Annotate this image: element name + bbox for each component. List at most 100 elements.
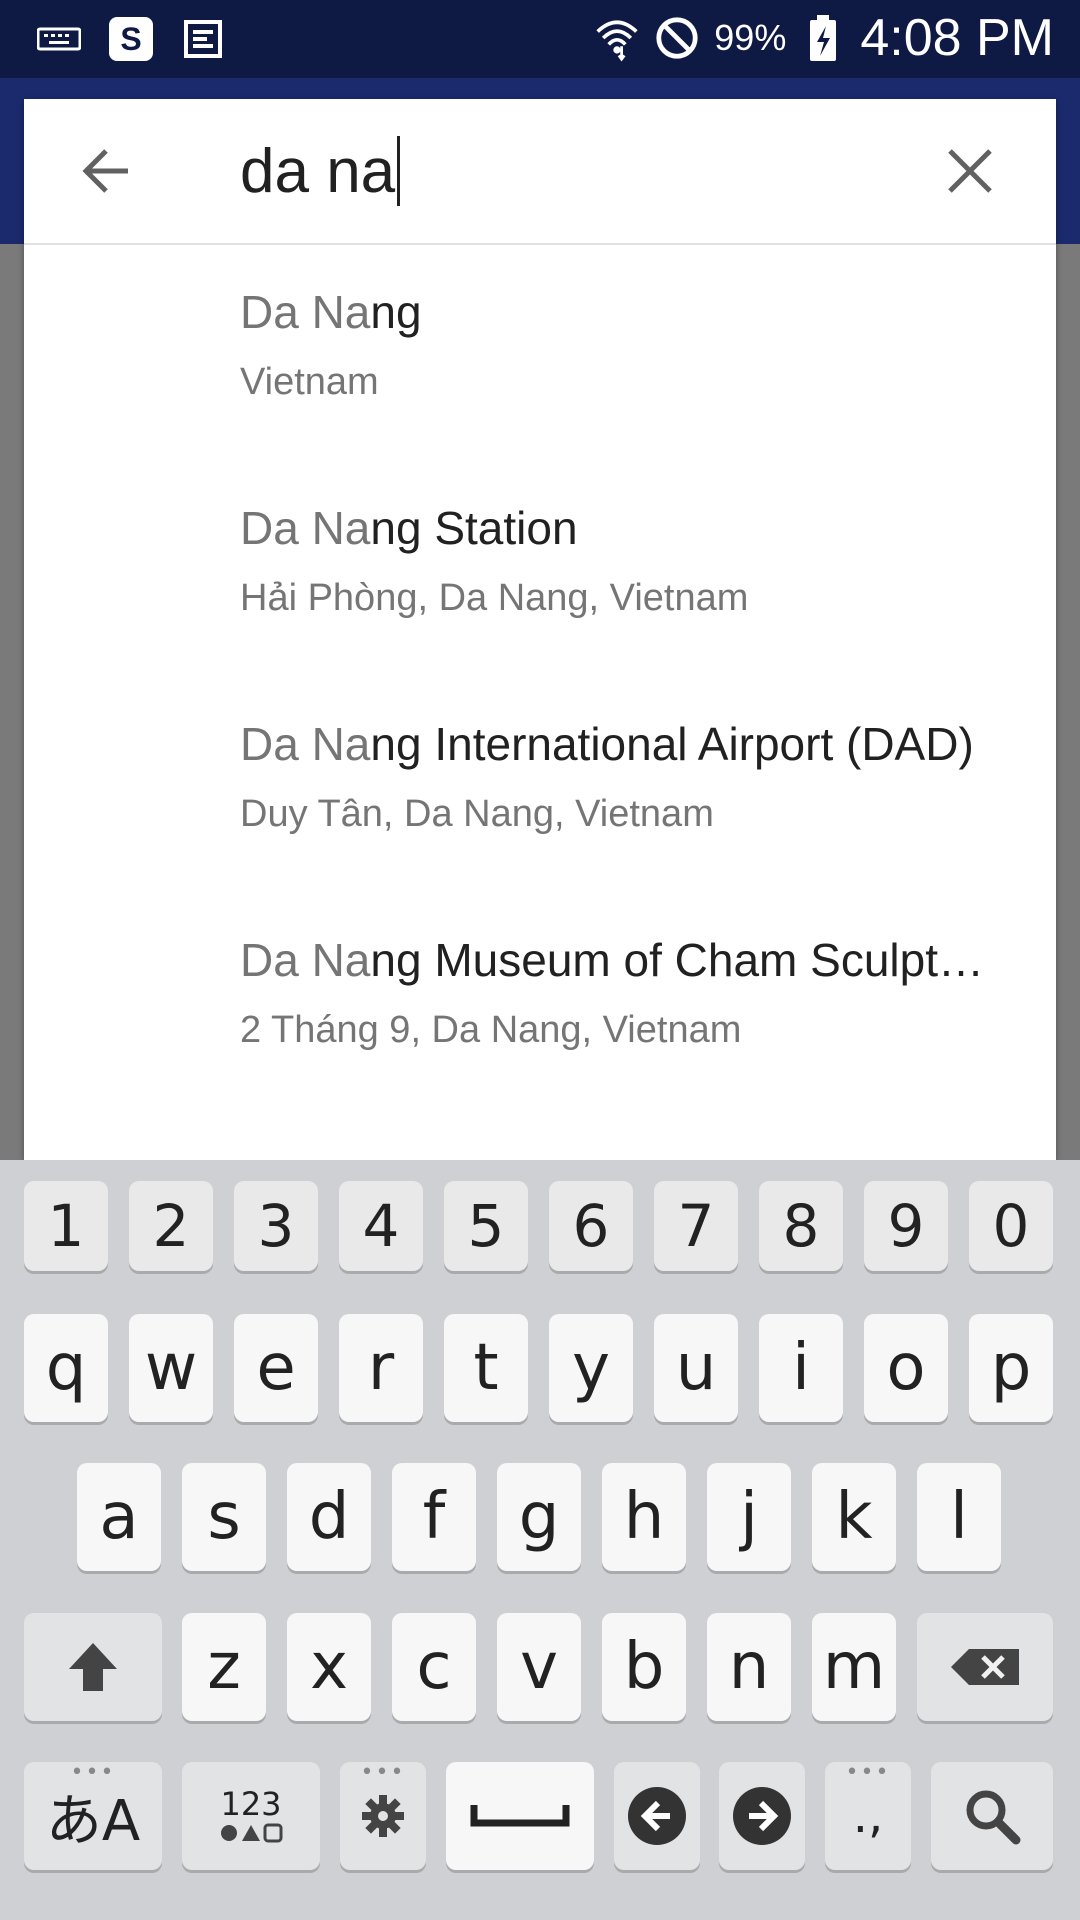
suggestion-item[interactable]: Da Nang International Airport (DAD) Duy …	[24, 677, 1056, 893]
suggestion-subtitle: Duy Tân, Da Nang, Vietnam	[240, 793, 714, 835]
key-t[interactable]: t	[444, 1314, 528, 1422]
key-4[interactable]: 4	[339, 1181, 423, 1271]
key-v[interactable]: v	[497, 1613, 581, 1721]
key-d[interactable]: d	[287, 1463, 371, 1571]
key-3[interactable]: 3	[234, 1181, 318, 1271]
matched-text: Da Na	[240, 718, 371, 770]
space-bar-icon	[470, 1805, 570, 1827]
search-icon	[966, 1790, 1021, 1845]
matched-text: Da Na	[240, 286, 371, 338]
suggestion-item[interactable]: Da Nang Station Hải Phòng, Da Nang, Viet…	[24, 461, 1056, 677]
svg-text:S: S	[120, 21, 141, 57]
key-r[interactable]: r	[339, 1314, 423, 1422]
more-dots: •••	[845, 1760, 891, 1785]
back-button[interactable]	[78, 143, 134, 199]
search-query-text: da na	[240, 136, 396, 206]
key-5[interactable]: 5	[444, 1181, 528, 1271]
key-y[interactable]: y	[549, 1314, 633, 1422]
punctuation-key[interactable]: ••• .,	[825, 1762, 911, 1870]
unmatched-text: ng Museum of Cham Sculpt…	[370, 934, 984, 986]
language-key-label: あA	[45, 1788, 141, 1854]
key-2[interactable]: 2	[129, 1181, 213, 1271]
key-k[interactable]: k	[812, 1463, 896, 1571]
s-app-icon: S	[108, 16, 154, 62]
unmatched-text: ng	[370, 286, 422, 338]
matched-text: Da Na	[240, 502, 371, 554]
settings-key[interactable]: •••	[340, 1762, 426, 1870]
key-o[interactable]: o	[864, 1314, 948, 1422]
key-0[interactable]: 0	[969, 1181, 1053, 1271]
key-6[interactable]: 6	[549, 1181, 633, 1271]
key-l[interactable]: l	[917, 1463, 1001, 1571]
battery-percentage: 99%	[714, 17, 787, 58]
key-c[interactable]: c	[392, 1613, 476, 1721]
key-j[interactable]: j	[707, 1463, 791, 1571]
shift-key[interactable]	[24, 1613, 162, 1721]
language-key[interactable]: ••• あA	[24, 1762, 162, 1870]
status-bar: S 99% 4:08 PM	[0, 0, 1080, 78]
key-p[interactable]: p	[969, 1314, 1053, 1422]
cursor-right-key[interactable]	[719, 1762, 805, 1870]
suggestion-title: Da Nang International Airport (DAD)	[240, 717, 1030, 771]
suggestion-item[interactable]: Da Nang Museum of Cham Sculpt… 2 Tháng 9…	[24, 893, 1056, 1109]
key-g[interactable]: g	[497, 1463, 581, 1571]
more-dots: •••	[360, 1760, 406, 1785]
key-9[interactable]: 9	[864, 1181, 948, 1271]
cursor-left-key[interactable]	[614, 1762, 700, 1870]
wifi-icon	[594, 15, 640, 62]
text-cursor	[397, 136, 401, 206]
symbols-key[interactable]: 123	[182, 1762, 320, 1870]
key-a[interactable]: a	[77, 1463, 161, 1571]
search-key[interactable]	[931, 1762, 1053, 1870]
close-icon	[948, 149, 992, 193]
suggestion-title: Da Nang Station	[240, 501, 1030, 555]
arrow-left-circle-icon	[628, 1787, 686, 1845]
arrow-left-icon	[82, 149, 128, 193]
key-s[interactable]: s	[182, 1463, 266, 1571]
suggestion-subtitle: Vietnam	[240, 361, 379, 403]
symbols-shapes-icon	[221, 1823, 283, 1843]
suggestion-item[interactable]: Da Nang Vietnam	[24, 245, 1056, 461]
suggestion-title: Da Nang	[240, 285, 1030, 339]
punctuation-key-label: .,	[852, 1788, 884, 1844]
key-w[interactable]: w	[129, 1314, 213, 1422]
unmatched-text: ng International Airport (DAD)	[370, 718, 974, 770]
battery-charging-icon	[800, 15, 846, 61]
shift-arrow-icon	[69, 1643, 117, 1691]
suggestion-subtitle: 2 Tháng 9, Da Nang, Vietnam	[240, 1009, 742, 1051]
more-dots: •••	[70, 1760, 116, 1785]
matched-text: Da Na	[240, 934, 371, 986]
backspace-key[interactable]	[917, 1613, 1053, 1721]
key-n[interactable]: n	[707, 1613, 791, 1721]
key-e[interactable]: e	[234, 1314, 318, 1422]
search-panel: da na Da Nang Vietnam Da Nang Station Hả…	[24, 99, 1056, 1161]
suggestion-title: Da Nang Museum of Cham Sculpt…	[240, 933, 1030, 987]
key-u[interactable]: u	[654, 1314, 738, 1422]
key-i[interactable]: i	[759, 1314, 843, 1422]
suggestion-subtitle: Hải Phòng, Da Nang, Vietnam	[240, 577, 749, 619]
key-z[interactable]: z	[182, 1613, 266, 1721]
search-input[interactable]: da na	[240, 133, 920, 209]
key-b[interactable]: b	[602, 1613, 686, 1721]
on-screen-keyboard: 1 2 3 4 5 6 7 8 9 0 q w e r t y u i o p …	[0, 1160, 1080, 1920]
key-m[interactable]: m	[812, 1613, 896, 1721]
clear-search-button[interactable]	[944, 145, 996, 197]
gear-icon	[362, 1795, 404, 1837]
keyboard-icon	[36, 16, 82, 62]
notification-icons: S	[36, 16, 226, 62]
key-q[interactable]: q	[24, 1314, 108, 1422]
suggestions-list: Da Nang Vietnam Da Nang Station Hải Phòn…	[24, 245, 1056, 1109]
key-f[interactable]: f	[392, 1463, 476, 1571]
do-not-disturb-icon	[654, 15, 700, 61]
key-h[interactable]: h	[602, 1463, 686, 1571]
backspace-icon	[951, 1649, 1019, 1685]
key-7[interactable]: 7	[654, 1181, 738, 1271]
key-x[interactable]: x	[287, 1613, 371, 1721]
space-key[interactable]	[446, 1762, 594, 1870]
key-1[interactable]: 1	[24, 1181, 108, 1271]
calendar-app-icon	[180, 16, 226, 62]
key-8[interactable]: 8	[759, 1181, 843, 1271]
arrow-right-circle-icon	[733, 1787, 791, 1845]
symbols-key-label: 123	[220, 1785, 282, 1823]
system-icons: 99% 4:08 PM	[594, 8, 1054, 68]
